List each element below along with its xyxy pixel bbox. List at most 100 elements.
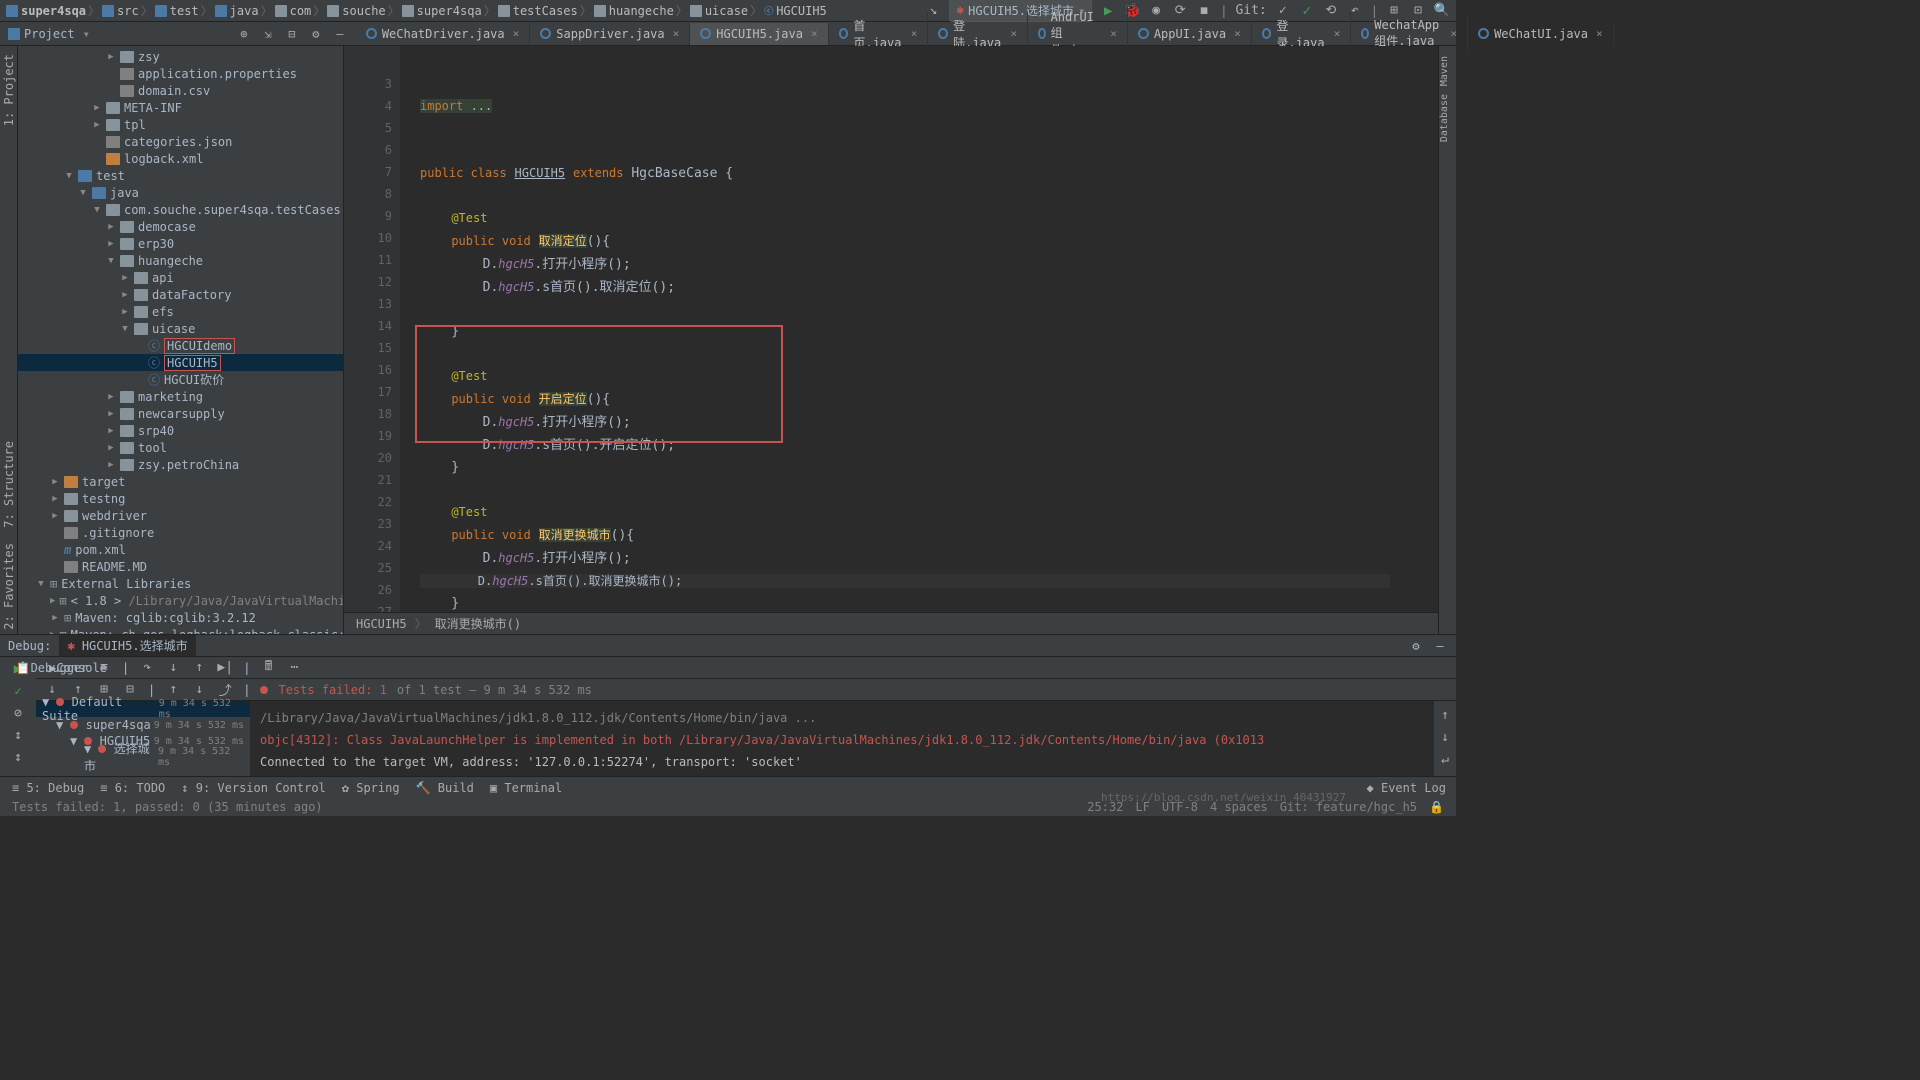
tree-item[interactable]: ▶newcarsupply [18, 405, 343, 422]
gear-icon[interactable]: ⚙ [308, 26, 324, 42]
export-icon[interactable]: ⤴ [217, 682, 233, 698]
tree-item[interactable]: ▼uicase [18, 320, 343, 337]
tree-item[interactable]: ⓒHGCUIH5 [18, 354, 343, 371]
debug-session-tab[interactable]: ✱ HGCUIH5.选择城市 [59, 635, 195, 656]
console-subtab[interactable]: ▶ Console [70, 660, 86, 676]
tree-item[interactable]: ▶democase [18, 218, 343, 235]
tree-item[interactable]: logback.xml [18, 150, 343, 167]
close-icon[interactable]: × [1450, 27, 1457, 40]
scroll-down-icon[interactable]: ↓ [1437, 729, 1453, 745]
tab-wechatdriver[interactable]: WeChatDriver.java× [356, 23, 530, 45]
tab-sappdriver[interactable]: SappDriver.java× [530, 23, 690, 45]
tree-item[interactable]: ▶⊞Maven: ch.qos.logback:logback-classic:… [18, 626, 343, 634]
tree-item[interactable]: ▼⊞External Libraries [18, 575, 343, 592]
coverage-icon[interactable]: ◉ [1148, 3, 1164, 19]
tree-item[interactable]: application.properties [18, 65, 343, 82]
locate-icon[interactable]: ⊕ [236, 26, 252, 42]
hide-icon[interactable]: — [332, 26, 348, 42]
code-area[interactable]: import ... public class HGCUIH5 extends … [400, 46, 1456, 634]
tree-item[interactable]: ▶api [18, 269, 343, 286]
structure-tab[interactable]: 7: Structure [2, 437, 16, 532]
nav-icon[interactable]: ↑ [165, 682, 181, 698]
close-icon[interactable]: × [673, 27, 680, 40]
tree-item[interactable]: ⓒHGCUI砍价 [18, 371, 343, 388]
step-out-icon[interactable]: ↑ [191, 660, 207, 676]
tree-item[interactable]: ▶dataFactory [18, 286, 343, 303]
close-icon[interactable]: × [911, 27, 918, 40]
tree-item[interactable]: ▶⊞Maven: cglib:cglib:3.2.12 [18, 609, 343, 626]
close-icon[interactable]: × [1234, 27, 1241, 40]
step-over-icon[interactable]: ↷ [139, 660, 155, 676]
tree-item[interactable]: ▶META-INF [18, 99, 343, 116]
tree-item[interactable]: .gitignore [18, 524, 343, 541]
check-icon[interactable]: ✓ [10, 683, 26, 699]
favorites-tab[interactable]: 2: Favorites [2, 539, 16, 634]
tree-item[interactable]: ▶marketing [18, 388, 343, 405]
maven-tab[interactable]: Maven [1439, 52, 1450, 90]
close-icon[interactable]: × [1110, 27, 1117, 40]
tree-item[interactable]: ▶target [18, 473, 343, 490]
scroll-up-icon[interactable]: ↑ [1437, 707, 1453, 723]
tree-item[interactable]: categories.json [18, 133, 343, 150]
lock-icon[interactable]: 🔒 [1429, 800, 1444, 814]
tree-item[interactable]: domain.csv [18, 82, 343, 99]
stop-icon[interactable]: ◼ [1196, 3, 1212, 19]
tree-item[interactable]: ▼huangeche [18, 252, 343, 269]
tree-item[interactable]: ▼java [18, 184, 343, 201]
eval-icon[interactable]: 🖩 [260, 660, 276, 676]
close-icon[interactable]: × [513, 27, 520, 40]
project-tree[interactable]: ▶zsyapplication.propertiesdomain.csv▶MET… [18, 46, 343, 634]
expand-icon[interactable]: ⇲ [260, 26, 276, 42]
build-tool[interactable]: 🔨 Build [416, 781, 474, 795]
test-node[interactable]: ▼ 选择城市9 m 34 s 532 ms [36, 749, 250, 765]
close-icon[interactable]: × [1596, 27, 1603, 40]
sort-icon[interactable]: ↕ [10, 727, 26, 743]
debug-tool[interactable]: ≡ 5: Debug [12, 781, 84, 795]
vcs-tool[interactable]: ↕ 9: Version Control [181, 781, 326, 795]
tree-item[interactable]: ▶tpl [18, 116, 343, 133]
watermark: https://blog.csdn.net/weixin_40431927 [1101, 791, 1346, 804]
tree-item[interactable]: ▶efs [18, 303, 343, 320]
tree-item[interactable]: ▶tool [18, 439, 343, 456]
tree-item[interactable]: ▼com.souche.super4sqa.testCases [18, 201, 343, 218]
run-cursor-icon[interactable]: ▶| [217, 660, 233, 676]
editor[interactable]: 3456789101112131415161718192021222324252… [344, 46, 1456, 634]
tree-item[interactable]: ▶testng [18, 490, 343, 507]
tree-item[interactable]: README.MD [18, 558, 343, 575]
tab-hgcuih5[interactable]: HGCUIH5.java× [690, 23, 828, 45]
wrap-icon[interactable]: ↵ [1437, 751, 1453, 767]
tab-appui[interactable]: AppUI.java× [1128, 23, 1252, 45]
thread-icon[interactable]: ≡ [96, 660, 112, 676]
test-node[interactable]: ▼ Default Suite9 m 34 s 532 ms [36, 701, 250, 717]
more-icon[interactable]: ⋯ [286, 660, 302, 676]
tree-item[interactable]: mpom.xml [18, 541, 343, 558]
tree-item[interactable]: ▶⊞< 1.8 > /Library/Java/JavaVirtualMachi… [18, 592, 343, 609]
database-tab[interactable]: Database [1439, 90, 1450, 146]
close-icon[interactable]: × [1010, 27, 1017, 40]
tree-item[interactable]: ▼test [18, 167, 343, 184]
gear-icon[interactable]: ⚙ [1408, 638, 1424, 654]
tree-item[interactable]: ▶erp30 [18, 235, 343, 252]
tree-item[interactable]: ▶zsy.petroChina [18, 456, 343, 473]
test-node[interactable]: ▼ super4sqa9 m 34 s 532 ms [36, 717, 250, 733]
filter-icon[interactable]: ⊘ [10, 705, 26, 721]
tree-item[interactable]: ▶zsy [18, 48, 343, 65]
collapse-icon[interactable]: ⊟ [284, 26, 300, 42]
close-icon[interactable]: × [1334, 27, 1341, 40]
event-log[interactable]: ◆ Event Log [1367, 781, 1446, 795]
tab-wechatui[interactable]: WeChatUI.java× [1468, 23, 1614, 45]
terminal-tool[interactable]: ▣ Terminal [490, 781, 562, 795]
project-tab[interactable]: 1: Project [2, 50, 16, 130]
spring-tool[interactable]: ✿ Spring [342, 781, 400, 795]
project-tool-button[interactable]: Project▾ [0, 23, 98, 45]
profile-icon[interactable]: ⟳ [1172, 3, 1188, 19]
close-icon[interactable]: × [811, 27, 818, 40]
tree-item[interactable]: ▶srp40 [18, 422, 343, 439]
step-into-icon[interactable]: ↓ [165, 660, 181, 676]
hide-icon[interactable]: — [1432, 638, 1448, 654]
sort2-icon[interactable]: ↕ [10, 749, 26, 765]
tree-item[interactable]: ⓒHGCUIdemo [18, 337, 343, 354]
tree-item[interactable]: ▶webdriver [18, 507, 343, 524]
nav-icon[interactable]: ↓ [191, 682, 207, 698]
todo-tool[interactable]: ≡ 6: TODO [100, 781, 165, 795]
